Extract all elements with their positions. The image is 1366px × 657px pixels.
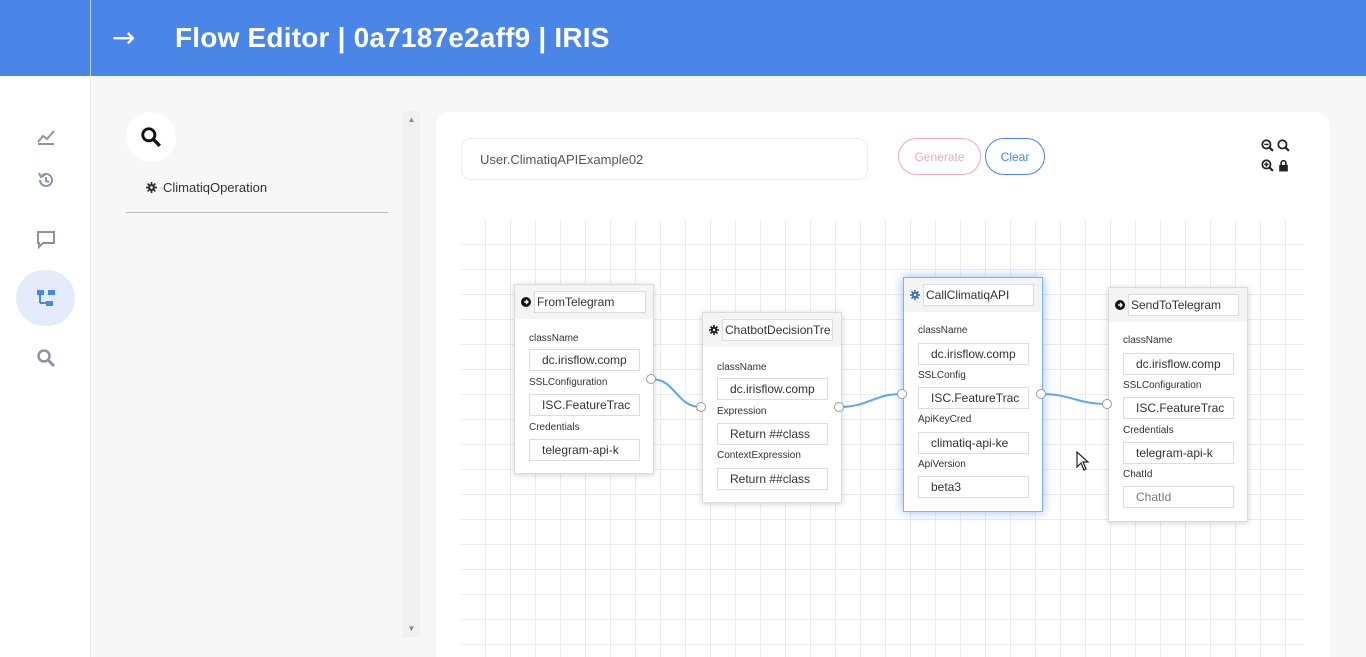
- field-label: className: [529, 333, 579, 344]
- history-icon: [37, 172, 53, 187]
- panel-divider: [126, 212, 388, 213]
- field-input[interactable]: telegram-api-k: [1123, 442, 1234, 464]
- field-label: className: [918, 325, 968, 336]
- output-port[interactable]: [834, 402, 844, 412]
- zoom-in-icon[interactable]: [1261, 159, 1274, 172]
- gear-icon: [146, 181, 157, 193]
- connection-wire: [1040, 393, 1108, 405]
- search-icon: [141, 127, 161, 147]
- sidebar: [0, 76, 91, 657]
- flow-canvas[interactable]: FromTelegram className dc.irisflow.comp …: [461, 220, 1304, 657]
- node-name-field[interactable]: CallClimatiqAPI: [923, 284, 1034, 306]
- node-send-to-telegram[interactable]: SendToTelegram className dc.irisflow.com…: [1108, 287, 1248, 522]
- operation-search-button[interactable]: [126, 112, 176, 162]
- field-label: ApiKeyCred: [918, 414, 972, 425]
- scroll-down-icon[interactable]: ▼: [403, 620, 420, 637]
- field-input[interactable]: telegram-api-k: [529, 439, 640, 461]
- arrow-in-icon: [1115, 300, 1125, 310]
- generate-button[interactable]: Generate: [898, 138, 981, 175]
- flow-icon: [36, 290, 55, 306]
- node-header: ChatbotDecisionTre: [703, 313, 841, 347]
- field-input[interactable]: ISC.FeatureTrac: [1123, 397, 1234, 419]
- page-title: Flow Editor | 0a7187e2aff9 | IRIS: [175, 22, 610, 53]
- field-label: Credentials: [1123, 425, 1174, 436]
- sidebar-item-history[interactable]: [16, 152, 75, 208]
- header-bar: → Flow Editor | 0a7187e2aff9 | IRIS: [0, 0, 1366, 76]
- sidebar-item-flow[interactable]: [16, 270, 75, 326]
- operation-label: ClimatiqOperation: [163, 179, 268, 195]
- arrow-right-icon[interactable]: →: [112, 20, 142, 56]
- flow-name-input[interactable]: [461, 138, 868, 180]
- node-header: CallClimatiqAPI: [904, 278, 1042, 312]
- field-input[interactable]: Return ##class: [717, 423, 828, 445]
- field-label: Credentials: [529, 422, 580, 433]
- zoom-reset-icon[interactable]: [1277, 139, 1290, 152]
- field-label: ChatId: [1123, 469, 1153, 480]
- logo-area: [0, 0, 91, 76]
- gear-icon: [910, 290, 920, 300]
- input-port[interactable]: [897, 389, 907, 399]
- field-input[interactable]: dc.irisflow.comp: [717, 378, 828, 400]
- scroll-up-icon[interactable]: ▲: [403, 111, 420, 128]
- operation-item-climatiq[interactable]: ClimatiqOperation: [146, 178, 267, 196]
- sidebar-item-search[interactable]: [16, 330, 75, 386]
- zoom-out-icon[interactable]: [1261, 139, 1274, 152]
- node-header: SendToTelegram: [1109, 288, 1247, 322]
- node-header: FromTelegram: [515, 285, 653, 319]
- field-input[interactable]: dc.irisflow.comp: [1123, 353, 1234, 375]
- node-call-climatiq[interactable]: CallClimatiqAPI className dc.irisflow.co…: [903, 277, 1043, 512]
- output-port[interactable]: [646, 374, 656, 384]
- panel-scrollbar[interactable]: ▲ ▼: [403, 111, 420, 637]
- node-name-field[interactable]: ChatbotDecisionTre: [722, 319, 833, 341]
- field-input[interactable]: beta3: [918, 476, 1029, 498]
- field-label: Expression: [717, 406, 767, 417]
- field-input[interactable]: ISC.FeatureTrac: [918, 387, 1029, 409]
- field-label: className: [1123, 335, 1173, 346]
- clear-button[interactable]: Clear: [985, 138, 1045, 175]
- node-name-field[interactable]: FromTelegram: [534, 291, 646, 313]
- field-label: ApiVersion: [918, 459, 966, 470]
- chat-icon: [36, 231, 55, 249]
- field-input[interactable]: climatiq-api-ke: [918, 432, 1029, 454]
- sidebar-item-chat[interactable]: [16, 211, 75, 267]
- node-from-telegram[interactable]: FromTelegram className dc.irisflow.comp …: [514, 284, 654, 474]
- gear-icon: [709, 325, 719, 335]
- field-input[interactable]: Return ##class: [717, 468, 828, 490]
- field-label: SSLConfiguration: [1123, 380, 1202, 391]
- input-port[interactable]: [696, 402, 706, 412]
- zoom-toolbar: [1261, 139, 1293, 175]
- field-label: SSLConfiguration: [529, 377, 608, 388]
- field-input[interactable]: dc.irisflow.comp: [918, 343, 1029, 365]
- search-icon: [36, 349, 55, 368]
- arrow-in-icon: [521, 297, 531, 307]
- output-port[interactable]: [1036, 389, 1046, 399]
- input-port[interactable]: [1102, 399, 1112, 409]
- connection-wire: [650, 378, 702, 408]
- chat-id-input[interactable]: ChatId: [1123, 486, 1234, 508]
- chart-icon: [36, 130, 55, 145]
- lock-icon[interactable]: [1277, 159, 1290, 172]
- node-name-field[interactable]: SendToTelegram: [1128, 294, 1239, 316]
- field-input[interactable]: dc.irisflow.comp: [529, 349, 640, 371]
- connection-wire: [838, 393, 903, 408]
- node-chatbot-decision[interactable]: ChatbotDecisionTre className dc.irisflow…: [702, 312, 842, 503]
- mouse-cursor-icon: [1076, 451, 1090, 471]
- field-label: ContextExpression: [717, 450, 801, 461]
- field-label: className: [717, 362, 767, 373]
- field-input[interactable]: ISC.FeatureTrac: [529, 394, 640, 416]
- field-label: SSLConfig: [918, 370, 966, 381]
